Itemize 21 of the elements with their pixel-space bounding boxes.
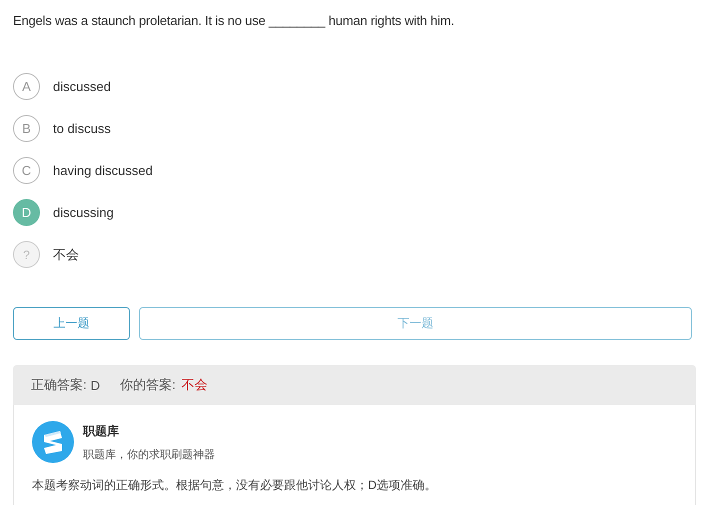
next-button[interactable]: 下一题 [139,307,692,340]
option-label[interactable]: 不会 [53,246,79,264]
option-marker[interactable]: ? [13,241,40,268]
option-label[interactable]: discussing [53,205,114,220]
option-marker[interactable]: A [13,73,40,100]
logo-icon [32,421,74,463]
your-answer-label: 你的答案: [120,376,176,394]
option-marker[interactable]: D [13,199,40,226]
option-marker[interactable]: B [13,115,40,142]
your-answer-value: 不会 [182,376,208,394]
option-marker[interactable]: C [13,157,40,184]
source-tagline: 职题库，你的求职刷题神器 [83,448,215,462]
explanation-text: 本题考察动词的正确形式。根据句意，没有必要跟他讨论人权；D选项准确。 [32,477,438,494]
option-label[interactable]: discussed [53,79,111,94]
question-text: Engels was a staunch proletarian. It is no use ________ human rights with him. [12,12,456,30]
previous-button[interactable]: 上一题 [13,307,130,340]
source-name: 职题库 [83,422,120,440]
option-label[interactable]: having discussed [53,163,153,178]
correct-answer-value: D [90,378,100,392]
option-label[interactable]: to discuss [53,121,111,136]
correct-answer-label: 正确答案: [31,376,87,394]
